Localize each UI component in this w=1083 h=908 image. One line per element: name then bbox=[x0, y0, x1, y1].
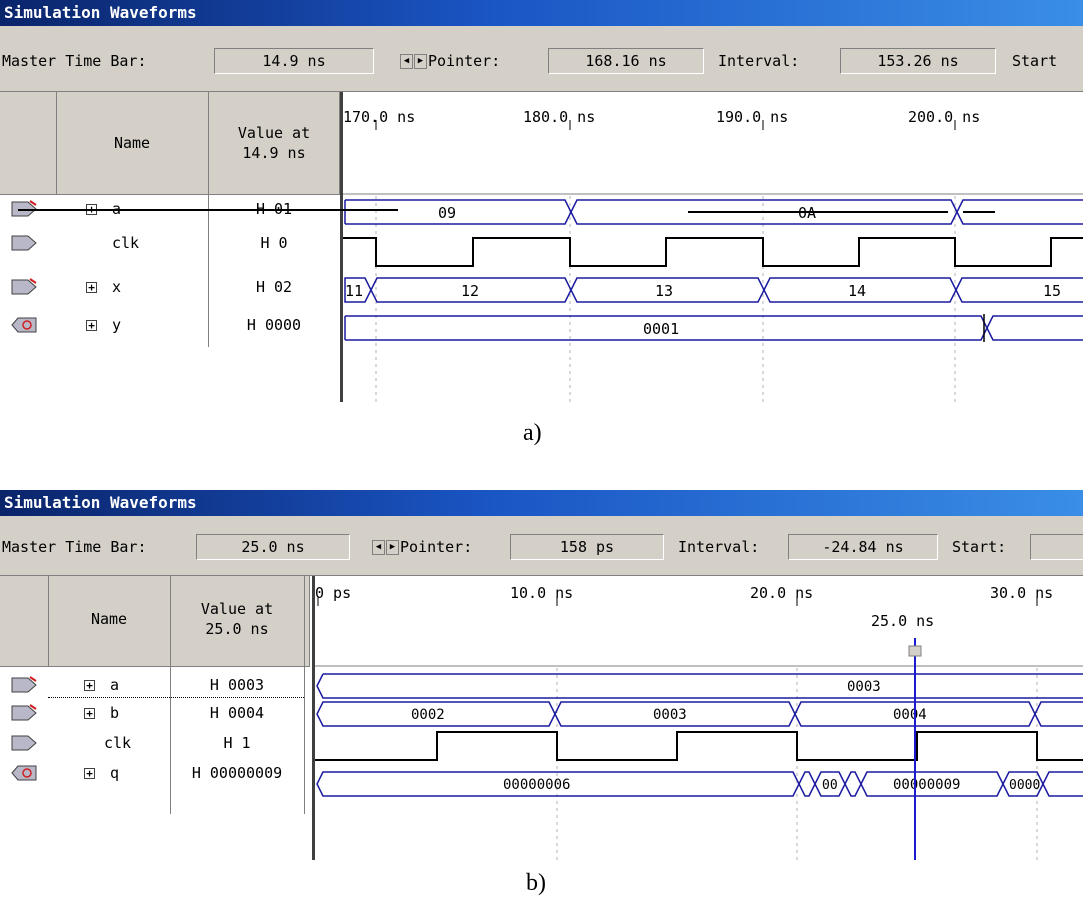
signal-value: H 00000009 bbox=[191, 764, 283, 782]
waveform-x bbox=[344, 277, 1083, 303]
bus-value-label: 00000009 bbox=[893, 777, 960, 793]
master-time-bar-label: Master Time Bar: bbox=[2, 538, 147, 556]
pointer-field[interactable]: 168.16 ns bbox=[548, 48, 704, 74]
bus-value-label: 0000 bbox=[1009, 778, 1040, 793]
signal-name: q bbox=[110, 764, 120, 782]
expand-icon[interactable]: + bbox=[86, 282, 97, 293]
bus-value-label: 00000006 bbox=[503, 777, 570, 793]
pointer-label: Pointer: bbox=[428, 52, 501, 70]
signal-name: clk bbox=[104, 734, 132, 752]
signal-name: a bbox=[110, 676, 120, 694]
start-field[interactable] bbox=[1030, 534, 1083, 560]
bus-value-label: 15 bbox=[1043, 282, 1061, 300]
caption-b: b) bbox=[526, 870, 546, 896]
waveform-y bbox=[344, 314, 1083, 342]
bus-value-label: 11 bbox=[345, 282, 363, 300]
waveform-a bbox=[316, 673, 1083, 699]
signal-value: H 0000 bbox=[246, 316, 302, 334]
expand-icon[interactable]: + bbox=[84, 768, 95, 779]
expand-icon[interactable]: + bbox=[84, 708, 95, 719]
bus-value-label: 0003 bbox=[847, 679, 881, 695]
time-tick-label: 10.0 ns bbox=[510, 584, 573, 602]
output-pin-icon bbox=[11, 317, 37, 333]
start-label: Start bbox=[1012, 52, 1058, 70]
signal-value: H 0 bbox=[260, 234, 288, 252]
interval-label: Interval: bbox=[678, 538, 760, 556]
time-tick-label: 180.0 ns bbox=[523, 108, 595, 126]
input-pin-icon bbox=[11, 704, 37, 721]
signal-value: H 02 bbox=[255, 278, 293, 296]
signal-value: H 1 bbox=[223, 734, 251, 752]
bus-value-label: 0A bbox=[798, 204, 816, 222]
waveform-clk bbox=[343, 237, 1083, 267]
bus-value-label: 12 bbox=[461, 282, 479, 300]
start-label: Start: bbox=[952, 538, 1007, 556]
panel-b: Simulation Waveforms Master Time Bar: 25… bbox=[0, 490, 1083, 896]
bus-value-label: 00 bbox=[822, 778, 838, 793]
spin-right-button[interactable]: ▶ bbox=[386, 540, 399, 555]
signal-name: clk bbox=[112, 234, 140, 252]
strike-line bbox=[18, 209, 398, 211]
name-column-header[interactable]: Name bbox=[56, 134, 208, 152]
bus-value-label: 09 bbox=[438, 204, 456, 222]
name-column-header[interactable]: Name bbox=[48, 610, 170, 628]
bus-value-label: 0004 bbox=[893, 707, 927, 723]
time-tick-label: 170.0 ns bbox=[343, 108, 415, 126]
time-tick-label: 30.0 ns bbox=[990, 584, 1053, 602]
time-ruler: 0 ps 10.0 ns 20.0 ns 30.0 ns 25.0 ns bbox=[315, 584, 1053, 630]
col-divider bbox=[304, 576, 305, 814]
spin-right-button[interactable]: ▶ bbox=[414, 54, 427, 69]
value-column-header-line1[interactable]: Value at bbox=[208, 124, 340, 142]
value-column-header-line2[interactable]: 25.0 ns bbox=[170, 620, 304, 638]
selected-row-border bbox=[48, 697, 304, 699]
cursor-time-label: 25.0 ns bbox=[871, 612, 934, 630]
signal-value: H 0003 bbox=[209, 676, 265, 694]
time-tick-label: 0 ps bbox=[315, 584, 351, 602]
window-title: Simulation Waveforms bbox=[0, 0, 1083, 26]
window-title: Simulation Waveforms bbox=[0, 490, 1083, 516]
time-toolbar: Master Time Bar: 14.9 ns ◀ ▶ Pointer: 16… bbox=[0, 26, 1083, 92]
header-bottom-border bbox=[0, 666, 310, 667]
spin-left-button[interactable]: ◀ bbox=[400, 54, 413, 69]
value-column-header-line2[interactable]: 14.9 ns bbox=[208, 144, 340, 162]
time-toolbar: Master Time Bar: 25.0 ns ◀ ▶ Pointer: 15… bbox=[0, 516, 1083, 576]
input-pin-icon bbox=[11, 676, 37, 693]
bus-value-label: 0001 bbox=[643, 320, 679, 338]
pointer-label: Pointer: bbox=[400, 538, 473, 556]
bus-value-label: 14 bbox=[848, 282, 866, 300]
expand-icon[interactable]: + bbox=[84, 680, 95, 691]
input-pin-icon bbox=[11, 278, 37, 295]
expand-icon[interactable]: + bbox=[86, 320, 97, 331]
signal-name: x bbox=[112, 278, 122, 296]
waveform-pane[interactable]: 170.0 ns 180.0 ns 190.0 ns 200.0 ns 09 0… bbox=[343, 92, 1083, 402]
time-tick-label: 190.0 ns bbox=[716, 108, 788, 126]
master-time-bar-field[interactable]: 14.9 ns bbox=[214, 48, 374, 74]
input-pin-icon bbox=[11, 735, 37, 751]
master-time-bar-label: Master Time Bar: bbox=[2, 52, 147, 70]
time-tick-label: 20.0 ns bbox=[750, 584, 813, 602]
waveform-pane[interactable]: 0 ps 10.0 ns 20.0 ns 30.0 ns 25.0 ns 000… bbox=[315, 576, 1083, 860]
time-cursor[interactable] bbox=[908, 638, 922, 860]
panel-a: Simulation Waveforms Master Time Bar: 14… bbox=[0, 0, 1083, 446]
signal-value: H 0004 bbox=[209, 704, 265, 722]
bus-value-label: 0003 bbox=[653, 707, 687, 723]
interval-field[interactable]: -24.84 ns bbox=[788, 534, 938, 560]
header-bottom-border bbox=[0, 194, 340, 195]
signal-name: b bbox=[110, 704, 120, 722]
waveform-q bbox=[316, 771, 1083, 797]
waveform-clk bbox=[315, 731, 1083, 761]
output-pin-icon bbox=[11, 765, 37, 781]
spin-left-button[interactable]: ◀ bbox=[372, 540, 385, 555]
bus-value-label: 0002 bbox=[411, 707, 445, 723]
caption-a: a) bbox=[523, 420, 542, 446]
interval-field[interactable]: 153.26 ns bbox=[840, 48, 996, 74]
input-pin-icon bbox=[11, 235, 37, 251]
interval-label: Interval: bbox=[718, 52, 800, 70]
time-tick-label: 200.0 ns bbox=[908, 108, 980, 126]
value-column-header-line1[interactable]: Value at bbox=[170, 600, 304, 618]
master-time-bar-field[interactable]: 25.0 ns bbox=[196, 534, 350, 560]
pointer-field[interactable]: 158 ps bbox=[510, 534, 664, 560]
signal-name: y bbox=[112, 316, 122, 334]
bus-value-label: 13 bbox=[655, 282, 673, 300]
